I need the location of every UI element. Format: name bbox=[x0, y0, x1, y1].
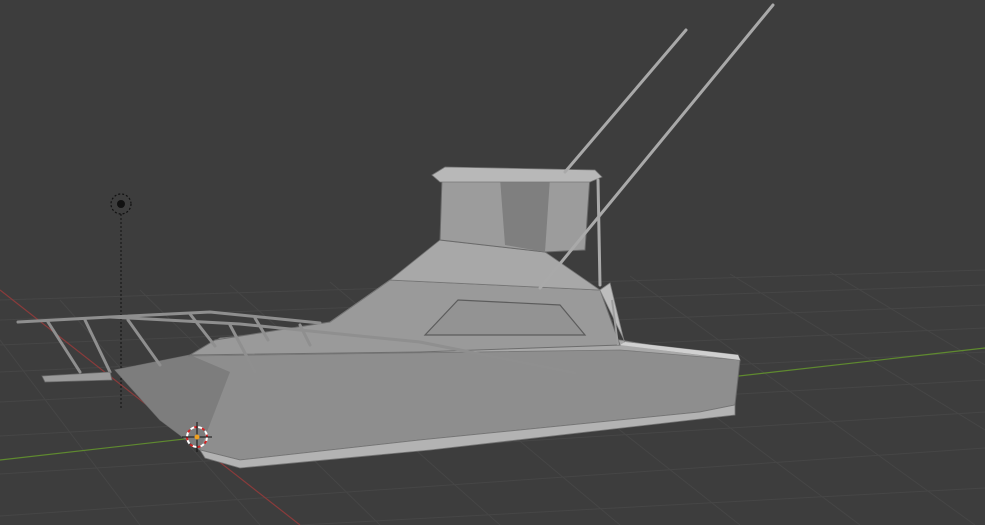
boat-model[interactable] bbox=[16, 3, 775, 469]
outriggers[interactable] bbox=[538, 3, 775, 290]
tower-shade bbox=[500, 178, 550, 252]
tower-roof bbox=[431, 166, 603, 183]
3d-viewport[interactable] bbox=[0, 0, 985, 525]
bow-pulpit bbox=[41, 371, 113, 383]
viewport-canvas[interactable] bbox=[0, 0, 985, 525]
